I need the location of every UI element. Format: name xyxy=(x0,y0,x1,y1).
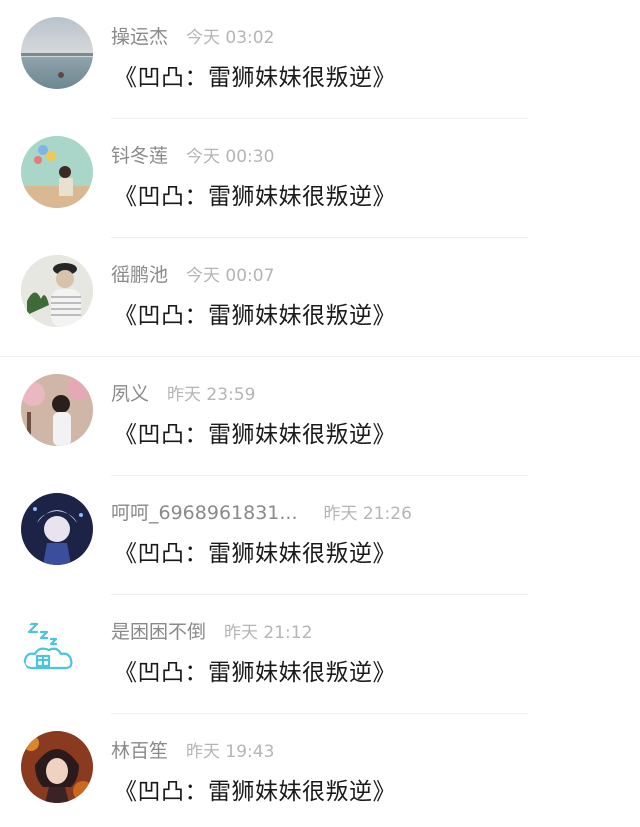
timestamp: 昨天 21:26 xyxy=(323,503,412,524)
username[interactable]: 夙义 xyxy=(111,379,149,406)
list-item[interactable]: 呵呵_6968961831... 昨天 21:26 《凹凸：雷狮妹妹很叛逆》 xyxy=(0,476,640,595)
list-item[interactable]: 钭冬莲 今天 00:30 《凹凸：雷狮妹妹很叛逆》 xyxy=(0,119,640,238)
comment-title[interactable]: 《凹凸：雷狮妹妹很叛逆》 xyxy=(114,177,396,211)
list-item[interactable]: 徭鹏池 今天 00:07 《凹凸：雷狮妹妹很叛逆》 xyxy=(0,238,640,357)
comment-title[interactable]: 《凹凸：雷狮妹妹很叛逆》 xyxy=(114,653,396,687)
timestamp: 今天 00:30 xyxy=(186,146,275,167)
list-item[interactable]: 是困困不倒 昨天 21:12 《凹凸：雷狮妹妹很叛逆》 xyxy=(0,595,640,714)
balloon-girl-avatar[interactable] xyxy=(21,136,93,208)
username[interactable]: 是困困不倒 xyxy=(111,617,206,644)
timestamp: 今天 00:07 xyxy=(186,265,275,286)
hat-girl-avatar[interactable] xyxy=(21,255,93,327)
list-item[interactable]: 夙义 昨天 23:59 《凹凸：雷狮妹妹很叛逆》 xyxy=(0,357,640,476)
timestamp: 昨天 23:59 xyxy=(167,384,256,405)
anime-character-avatar[interactable] xyxy=(21,731,93,803)
comment-title[interactable]: 《凹凸：雷狮妹妹很叛逆》 xyxy=(114,772,396,806)
lake-photo-avatar[interactable] xyxy=(21,17,93,89)
timestamp: 昨天 21:12 xyxy=(224,622,313,643)
list-item[interactable]: 操运杰 今天 03:02 《凹凸：雷狮妹妹很叛逆》 xyxy=(0,0,640,119)
anime-boy-avatar[interactable] xyxy=(21,493,93,565)
username[interactable]: 徭鹏池 xyxy=(111,260,168,287)
flower-girl-avatar[interactable] xyxy=(21,374,93,446)
sleepy-cloud-avatar[interactable] xyxy=(21,612,93,684)
comment-title[interactable]: 《凹凸：雷狮妹妹很叛逆》 xyxy=(114,296,396,330)
comment-title[interactable]: 《凹凸：雷狮妹妹很叛逆》 xyxy=(114,534,396,568)
comment-title[interactable]: 《凹凸：雷狮妹妹很叛逆》 xyxy=(114,58,396,92)
comment-list: 操运杰 今天 03:02 《凹凸：雷狮妹妹很叛逆》 钭冬莲 今天 00:30 《… xyxy=(0,0,640,827)
username[interactable]: 呵呵_6968961831... xyxy=(111,498,298,525)
username[interactable]: 钭冬莲 xyxy=(111,141,168,168)
timestamp: 昨天 19:43 xyxy=(186,741,275,762)
username[interactable]: 林百笙 xyxy=(111,736,168,763)
username[interactable]: 操运杰 xyxy=(111,22,168,49)
comment-title[interactable]: 《凹凸：雷狮妹妹很叛逆》 xyxy=(114,415,396,449)
timestamp: 今天 03:02 xyxy=(186,27,275,48)
list-item[interactable]: 林百笙 昨天 19:43 《凹凸：雷狮妹妹很叛逆》 xyxy=(0,714,640,827)
